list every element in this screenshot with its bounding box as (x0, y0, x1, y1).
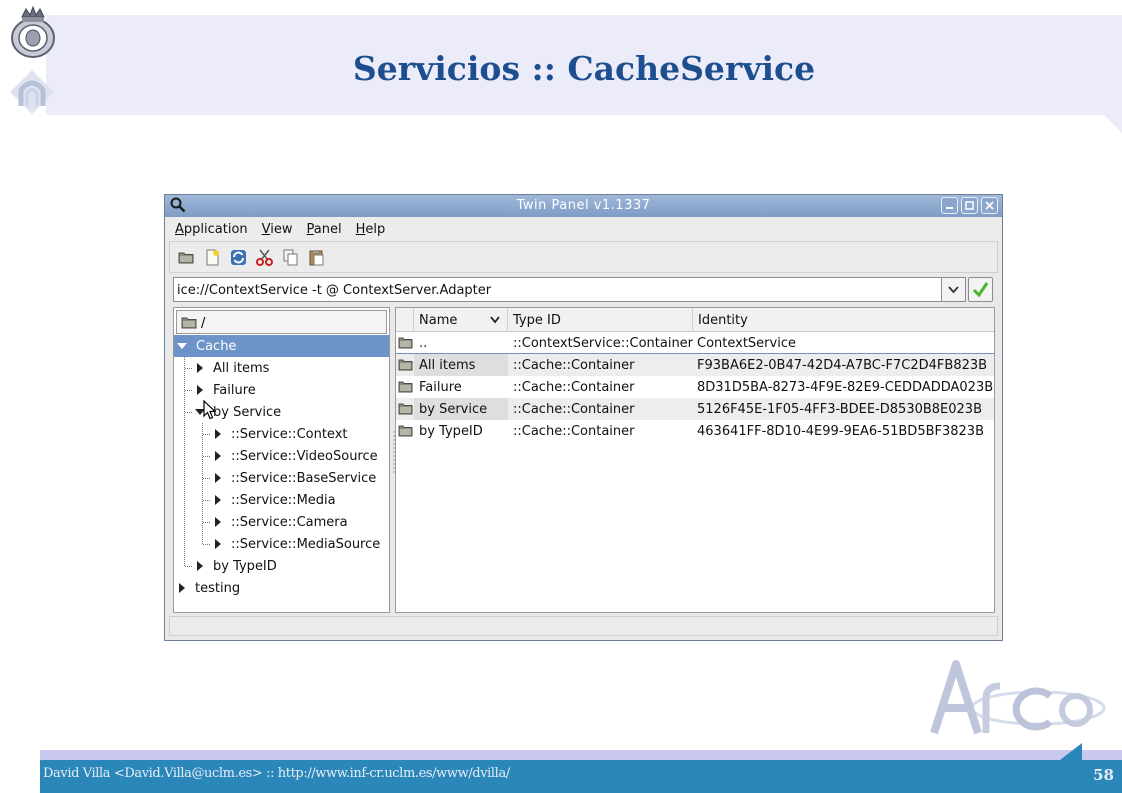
tree-view: Cache All items Failure by Service ::Ser (174, 335, 389, 599)
expander-right-icon[interactable] (197, 385, 203, 395)
menu-application[interactable]: Application (175, 222, 248, 237)
expander-right-icon[interactable] (215, 495, 221, 505)
maximize-icon[interactable] (961, 197, 978, 214)
folder-icon (398, 425, 413, 437)
minimize-icon[interactable] (941, 197, 958, 214)
tree-item-service-mediasource[interactable]: ::Service::MediaSource (174, 533, 389, 555)
expander-right-icon[interactable] (179, 583, 185, 593)
header-spacer (396, 308, 414, 332)
tree-item-service-videosource[interactable]: ::Service::VideoSource (174, 445, 389, 467)
page-number: 58 (1093, 766, 1114, 784)
folder-icon (398, 337, 413, 349)
expander-right-icon[interactable] (197, 561, 203, 571)
path-field[interactable]: / (176, 310, 387, 334)
tree-item-service-context[interactable]: ::Service::Context (174, 423, 389, 445)
university-seal-icon (11, 5, 55, 58)
folder-icon (398, 381, 413, 393)
app-window: Twin Panel v1.1337 Application View Pane… (164, 194, 1003, 641)
expander-right-icon[interactable] (215, 429, 221, 439)
tree-item-failure[interactable]: Failure (174, 379, 389, 401)
menu-help[interactable]: Help (356, 222, 386, 237)
footer-wedge-decoration (1060, 743, 1082, 760)
refresh-icon[interactable] (230, 249, 247, 266)
slide-footer: David Villa <David.Villa@uclm.es> :: htt… (40, 760, 1122, 793)
list-row[interactable]: by Service ::Cache::Container 5126F45E-1… (396, 398, 994, 420)
address-go-button[interactable] (968, 277, 993, 302)
tree-item-all-items[interactable]: All items (174, 357, 389, 379)
tree-item-service-baseservice[interactable]: ::Service::BaseService (174, 467, 389, 489)
arco-logo (930, 660, 1106, 735)
window-title: Twin Panel v1.1337 (516, 198, 651, 213)
list-row[interactable]: All items ::Cache::Container F93BA6E2-0B… (396, 354, 994, 376)
footer-accent-line (40, 750, 1122, 760)
folder-icon (181, 317, 197, 329)
menubar: Application View Panel Help (165, 217, 1002, 241)
column-header-typeid[interactable]: Type ID (508, 308, 693, 332)
arch-logo-icon (10, 70, 54, 114)
expander-right-icon[interactable] (197, 363, 203, 373)
slide-header-band: Servicios :: CacheService (46, 15, 1122, 115)
copy-icon[interactable] (282, 249, 299, 266)
close-icon[interactable] (981, 197, 998, 214)
list-pane: Name Type ID Identity .. ::ContextServic… (395, 307, 995, 613)
status-bar (169, 616, 998, 636)
tree-pane: / Cache All items Failure by Service::S… (173, 307, 390, 613)
menu-panel[interactable]: Panel (307, 222, 342, 237)
window-titlebar[interactable]: Twin Panel v1.1337 (165, 195, 1002, 217)
address-dropdown-button[interactable] (941, 277, 966, 302)
tree-item-testing[interactable]: testing (174, 577, 389, 599)
header-corner-decoration (1104, 115, 1122, 133)
footer-author: David Villa <David.Villa@uclm.es> :: htt… (43, 766, 510, 781)
folder-icon (398, 359, 413, 371)
new-file-icon[interactable] (204, 249, 221, 266)
cut-icon[interactable] (256, 249, 273, 266)
column-header-identity[interactable]: Identity (693, 308, 994, 332)
slide-title: Servicios :: CacheService (352, 49, 816, 88)
paste-icon[interactable] (308, 249, 325, 266)
expander-right-icon[interactable] (215, 539, 221, 549)
address-input[interactable]: ice://ContextService -t @ ContextServer.… (173, 277, 961, 302)
chevron-down-icon (948, 286, 959, 294)
tree-item-service-media[interactable]: ::Service::Media (174, 489, 389, 511)
menu-view[interactable]: View (262, 222, 293, 237)
mouse-pointer-icon (203, 400, 217, 420)
column-header-name[interactable]: Name (414, 308, 508, 332)
tree-item-service-camera[interactable]: ::Service::Camera (174, 511, 389, 533)
expander-right-icon[interactable] (215, 517, 221, 527)
list-header: Name Type ID Identity (396, 308, 994, 332)
folder-icon (398, 403, 413, 415)
list-row[interactable]: by TypeID ::Cache::Container 463641FF-8D… (396, 420, 994, 442)
folder-icon[interactable] (178, 249, 195, 266)
checkmark-icon (972, 282, 989, 298)
expander-down-icon[interactable] (177, 343, 187, 349)
path-label: / (201, 316, 206, 331)
list-row[interactable]: .. ::ContextService::Container ContextSe… (396, 332, 994, 354)
sort-chevron-down-icon (490, 316, 500, 324)
tree-item-by-typeid[interactable]: by TypeID (174, 555, 389, 577)
list-row[interactable]: Failure ::Cache::Container 8D31D5BA-8273… (396, 376, 994, 398)
expander-right-icon[interactable] (215, 473, 221, 483)
tree-item-cache[interactable]: Cache (174, 335, 389, 357)
toolbar (169, 241, 998, 273)
expander-right-icon[interactable] (215, 451, 221, 461)
